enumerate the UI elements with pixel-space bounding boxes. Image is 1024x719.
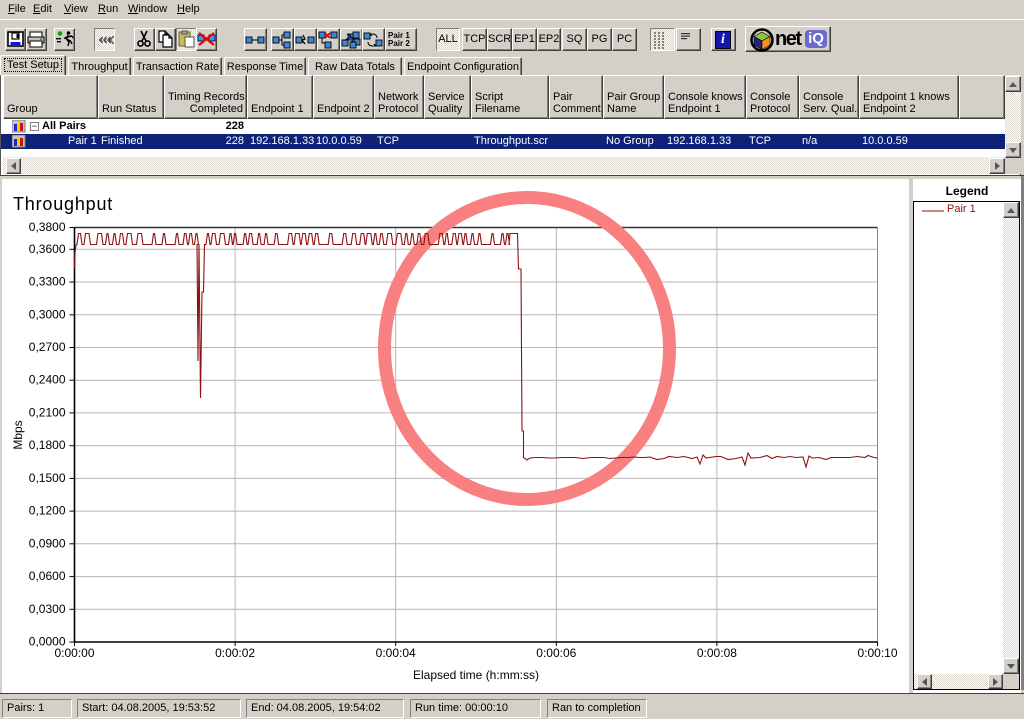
svg-text:0,0600: 0,0600 bbox=[29, 569, 66, 583]
svg-text:0,3300: 0,3300 bbox=[29, 275, 66, 289]
svg-text:0:00:08: 0:00:08 bbox=[697, 646, 737, 660]
svg-text:0,1200: 0,1200 bbox=[29, 504, 66, 518]
svg-text:0:00:00: 0:00:00 bbox=[54, 646, 94, 660]
svg-text:0,2700: 0,2700 bbox=[29, 340, 66, 354]
svg-text:Mbps: Mbps bbox=[11, 420, 25, 449]
svg-text:0,0900: 0,0900 bbox=[29, 536, 66, 550]
svg-text:0:00:02: 0:00:02 bbox=[215, 646, 255, 660]
svg-text:0,2100: 0,2100 bbox=[29, 405, 66, 419]
svg-text:0,3600: 0,3600 bbox=[29, 242, 66, 256]
svg-text:0,3800: 0,3800 bbox=[29, 220, 66, 234]
svg-text:Throughput: Throughput bbox=[13, 194, 113, 214]
svg-text:0,1800: 0,1800 bbox=[29, 438, 66, 452]
svg-text:0,0300: 0,0300 bbox=[29, 602, 66, 616]
svg-text:0,3000: 0,3000 bbox=[29, 307, 66, 321]
svg-text:Elapsed time (h:mm:ss): Elapsed time (h:mm:ss) bbox=[413, 668, 539, 682]
svg-text:0:00:10: 0:00:10 bbox=[857, 646, 897, 660]
svg-text:0,1500: 0,1500 bbox=[29, 471, 66, 485]
svg-text:0:00:06: 0:00:06 bbox=[536, 646, 576, 660]
svg-text:0:00:04: 0:00:04 bbox=[376, 646, 416, 660]
svg-text:0,2400: 0,2400 bbox=[29, 373, 66, 387]
